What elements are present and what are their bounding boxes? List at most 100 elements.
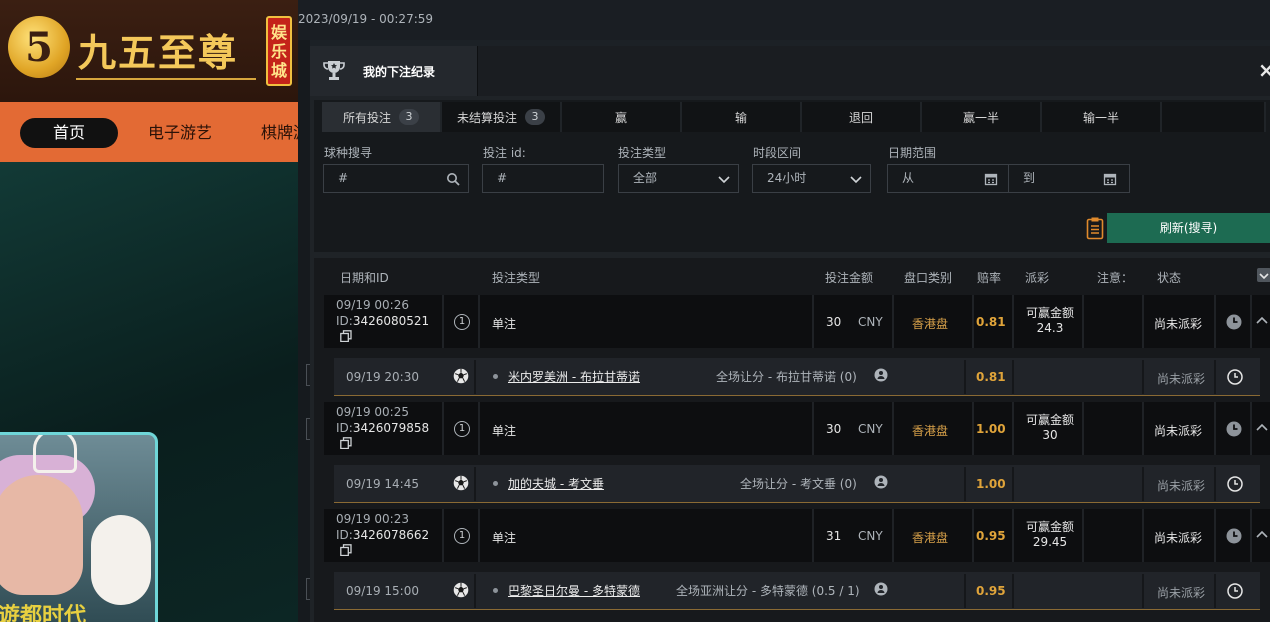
clock-icon [1226,421,1242,437]
tab-filler [1162,102,1266,132]
cell-divider [1014,574,1144,608]
close-icon[interactable]: × [1258,60,1270,80]
cell-divider [1014,467,1144,501]
bet-date: 09/19 00:25 [336,405,409,419]
copy-icon[interactable] [340,330,352,342]
payout-label: 可赢金额 [1025,520,1074,534]
bet-type-select[interactable]: 全部 [618,164,739,193]
logo-emblem-icon: 5 [8,16,70,78]
bet-id-label: 投注 id: [483,146,526,160]
bet-status: 尚未派彩 [1154,531,1203,545]
bet-odds: 1.00 [976,422,1006,436]
logo-badge-char: 乐 [270,41,287,61]
logo-text: 九五至尊 [78,30,239,75]
tab-count-badge: 3 [399,109,419,125]
bet-payout: 可赢金额 24.3 [1020,306,1080,336]
search-icon[interactable] [446,172,460,186]
bet-id-value: 3426078662 [352,528,430,542]
tab-label: 输一半 [1082,110,1119,125]
cell-divider [480,509,814,562]
bet-id: ID:3426080521 [336,314,429,328]
clock-icon [1226,314,1242,330]
tab-label: 赢一半 [962,110,999,125]
match-link[interactable]: 米内罗美洲 - 布拉甘蒂诺 [508,368,640,385]
bet-number-icon: 1 [454,314,470,330]
bet-id-value: 3426080521 [352,314,430,328]
bet-type: 单注 [492,531,517,545]
payout-value: 24.3 [1036,321,1064,335]
match-link[interactable]: 巴黎圣日尔曼 - 多特蒙德 [508,582,640,599]
bet-date: 09/19 00:23 [336,512,409,526]
bet-id: ID:3426078662 [336,528,429,542]
bet-row[interactable]: 09/19 00:26 ID:3426080521 1 单注 30 CNY 香港… [324,295,1270,348]
chevron-up-icon[interactable] [1256,422,1268,432]
chevron-up-icon[interactable] [1256,529,1268,539]
bet-id-prefix: ID: [336,314,353,328]
tab-half-lost[interactable]: 输一半 [1042,102,1162,132]
nav-slots[interactable]: 电子游艺 [148,118,212,148]
chevron-down-icon [1259,273,1269,280]
tab-lost[interactable]: 输 [682,102,802,132]
date-to-input[interactable]: 到 [1008,164,1130,193]
match-date: 09/19 15:00 [346,584,419,598]
calendar-icon[interactable] [1103,172,1117,186]
bet-id-input[interactable]: # [482,164,604,193]
refresh-search-button[interactable]: 刷新(搜寻) [1107,213,1270,243]
date-from-placeholder: 从 [902,171,915,185]
bet-currency: CNY [858,422,883,436]
match-status: 尚未派彩 [1157,372,1206,386]
filter-panel: 所有投注 3 未结算投注 3 赢 输 退回 赢一半 输一半 球种搜寻 # 投注 id… [314,100,1270,252]
tab-unsettled[interactable]: 未结算投注 3 [442,102,562,132]
tab-refunded[interactable]: 退回 [802,102,922,132]
casino-site: 5 九五至尊 娱 乐 城 首页 电子游艺 棋牌游 [0,0,298,622]
collapse-all-icon[interactable] [1257,268,1270,282]
tab-won[interactable]: 赢 [562,102,682,132]
match-odds: 0.95 [976,584,1006,598]
tab-half-won[interactable]: 赢一半 [922,102,1042,132]
tab-label: 未结算投注 [456,110,517,125]
chevron-down-icon [850,176,862,184]
promo-banner[interactable] [0,432,158,622]
date-from-input[interactable]: 从 [887,164,1009,193]
copy-icon[interactable] [340,437,352,449]
bet-number-icon: 1 [454,421,470,437]
nav-home[interactable]: 首页 [20,118,118,148]
bet-row[interactable]: 09/19 00:25 ID:3426079858 1 单注 30 CNY 香港… [324,402,1270,455]
clock-icon [1227,476,1243,492]
person-info-icon[interactable] [874,475,888,489]
nav-cards[interactable]: 棋牌游 [261,118,298,148]
bet-payout: 可赢金额 29.45 [1020,520,1080,550]
modal-title: 我的下注纪录 [363,65,436,79]
match-link[interactable]: 加的夫城 - 考文垂 [508,475,604,492]
tab-label: 所有投注 [342,110,391,125]
bet-market: 香港盘 [912,531,949,545]
bullet-dot [493,588,498,593]
bet-row[interactable]: 09/19 00:23 ID:3426078662 1 单注 31 CNY 香港… [324,509,1270,562]
tab-label: 退回 [848,110,873,125]
ball-search-input[interactable]: # [323,164,469,193]
clock-icon [1227,369,1243,385]
copy-icon[interactable] [340,544,352,556]
person-info-icon[interactable] [874,582,888,596]
period-select[interactable]: 24小时 [752,164,871,193]
clipboard-icon[interactable] [1086,216,1104,240]
tab-label: 输 [734,110,747,125]
bet-payout: 可赢金额 30 [1020,413,1080,443]
chevron-up-icon[interactable] [1256,315,1268,325]
backdrop-side-strip [298,40,310,622]
bet-leg-row: 09/19 15:00 巴黎圣日尔曼 - 多特蒙德 全场亚洲让分 - 多特蒙德 … [334,572,1260,610]
bullet-dot [493,481,498,486]
column-header: 投注类型 [492,271,541,285]
banner-hand-icon [33,435,77,473]
calendar-icon[interactable] [984,172,998,186]
bet-market: 香港盘 [912,317,949,331]
bet-number-icon: 1 [454,528,470,544]
bet-list: 日期和ID 投注类型 投注金额 盘口类别 赔率 派彩 注意： 状态 09/19 … [314,258,1270,622]
person-info-icon[interactable] [874,368,888,382]
bet-id-placeholder: # [497,171,508,185]
match-odds: 1.00 [976,477,1006,491]
modal-title-tab[interactable]: 我的下注纪录 [310,46,478,96]
column-header: 状态 [1157,271,1182,285]
tab-all-bets[interactable]: 所有投注 3 [322,102,442,132]
bet-id-value: 3426079858 [352,421,430,435]
